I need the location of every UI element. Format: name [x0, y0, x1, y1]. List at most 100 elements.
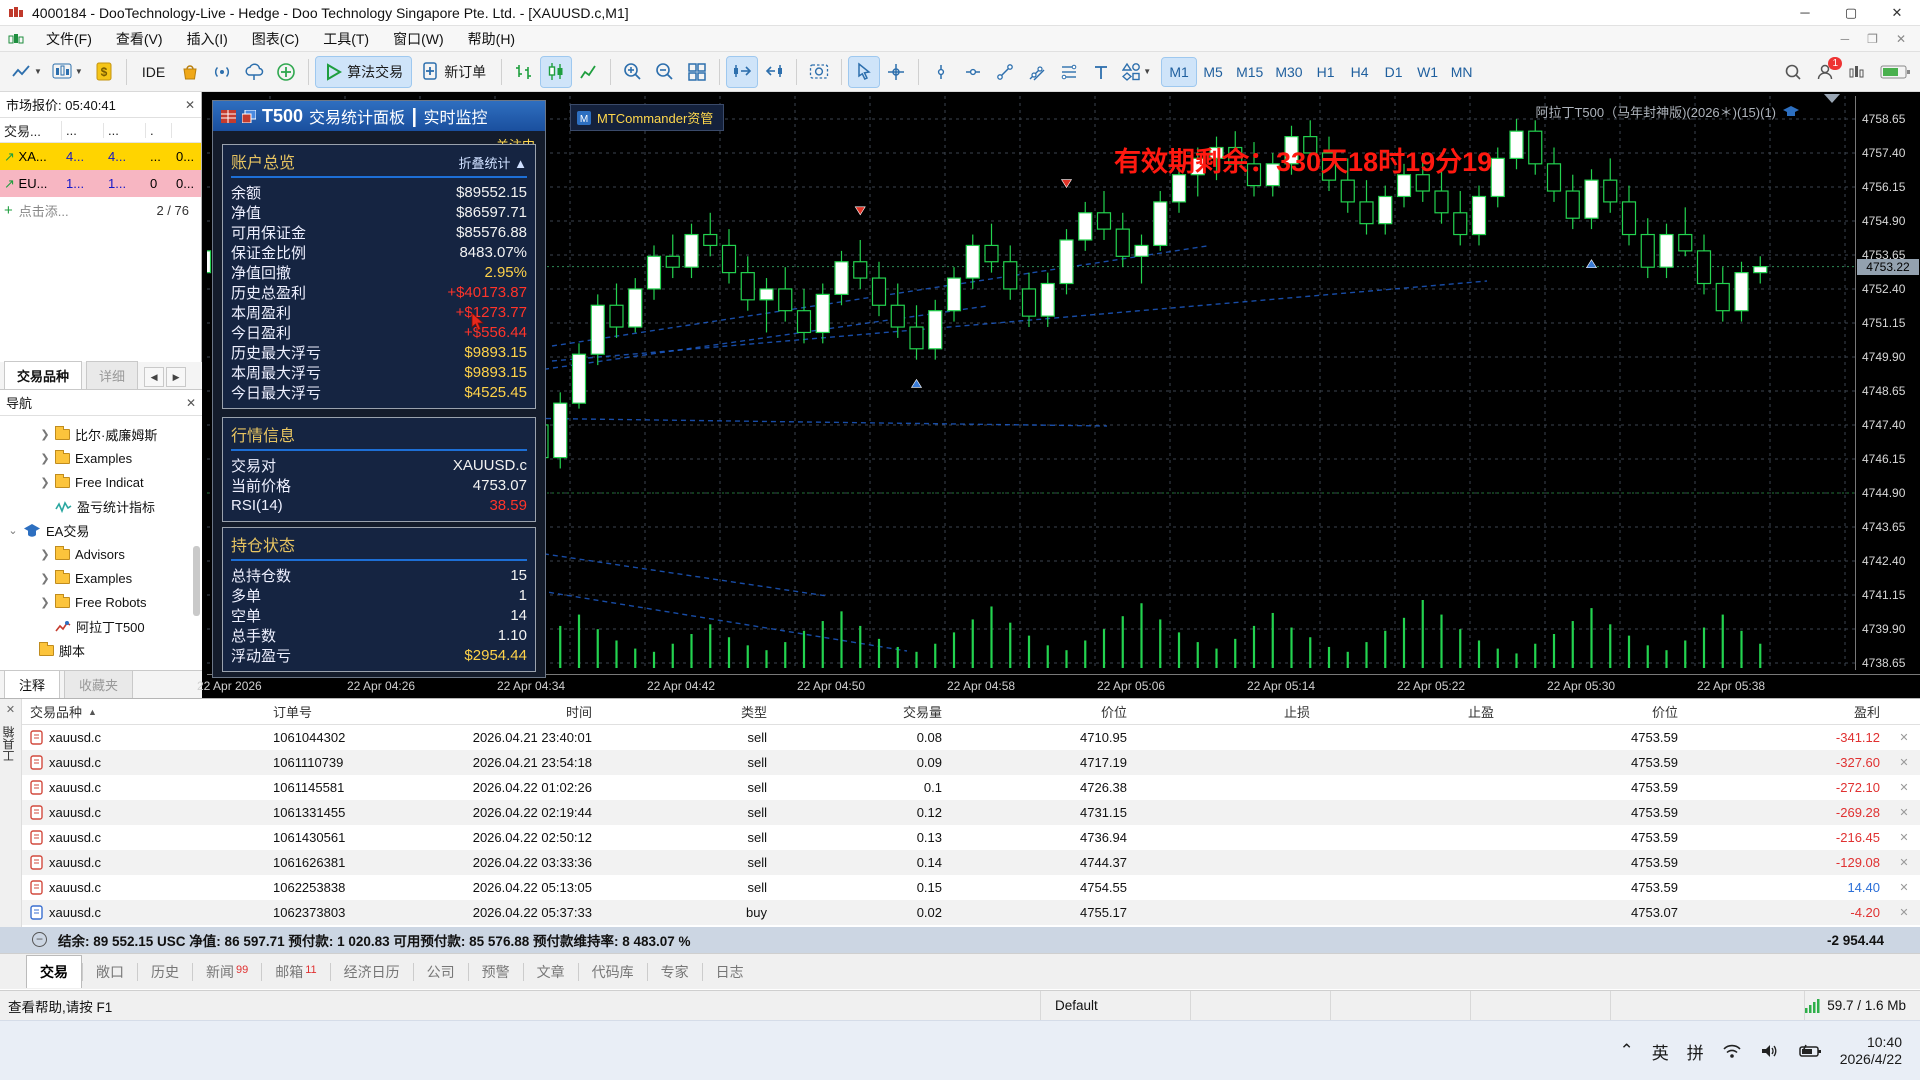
tree-chevron-icon[interactable]: ❯ — [40, 596, 50, 609]
add-symbol-icon[interactable]: + — [4, 202, 13, 219]
tree-chevron-icon[interactable]: ❯ — [40, 452, 50, 465]
tree-chevron-icon[interactable]: ❯ — [40, 572, 50, 585]
menu-item-6[interactable]: 窗口(W) — [381, 26, 456, 52]
close-order-icon[interactable]: ✕ — [1888, 756, 1920, 769]
timeframe-H4[interactable]: H4 — [1343, 58, 1377, 86]
t500-statistics-panel[interactable]: T500交易统计面板 ┃ 实时监控 关注中 账户总览折叠统计 ▲余额$89552… — [212, 100, 546, 678]
market-watch-tab-详细[interactable]: 详细 — [86, 361, 139, 389]
tile-windows-icon[interactable] — [682, 57, 712, 87]
order-row[interactable]: xauusd.c 1061110739 2026.04.21 23:54:18 sel… — [22, 750, 1920, 775]
toolbox-tab-新闻[interactable]: 新闻 99 — [193, 956, 261, 988]
market-watch-column-header[interactable]: 交易... — [0, 120, 62, 140]
col-tp[interactable]: 止盈 — [1318, 702, 1502, 721]
channel-icon[interactable] — [1022, 57, 1052, 87]
chart-shift-icon[interactable] — [759, 57, 789, 87]
shapes-icon[interactable]: ▼ — [1118, 57, 1155, 87]
timeframe-H1[interactable]: H1 — [1309, 58, 1343, 86]
screenshot-icon[interactable] — [804, 57, 834, 87]
close-order-icon[interactable]: ✕ — [1888, 731, 1920, 744]
navigator-item-Free Indicat[interactable]: ❯ Free Indicat — [0, 470, 202, 494]
market-watch-add-row[interactable]: + 点击添... 2 / 76 — [0, 197, 201, 223]
timeframe-D1[interactable]: D1 — [1377, 58, 1411, 86]
market-watch-column-header[interactable]: ... — [104, 122, 146, 138]
toolbox-tab-预警[interactable]: 预警 — [469, 956, 523, 988]
menu-item-1[interactable]: 文件(F) — [34, 26, 104, 52]
order-row[interactable]: xauusd.c 1061430561 2026.04.22 02:50:12 sel… — [22, 825, 1920, 850]
profile-dollar-icon[interactable]: $ — [89, 57, 119, 87]
text-icon[interactable] — [1086, 57, 1116, 87]
timeframe-M30[interactable]: M30 — [1269, 58, 1308, 86]
col-symbol[interactable]: 交易品种 ▲ — [22, 702, 265, 721]
navigator-close-icon[interactable]: ✕ — [186, 396, 196, 410]
market-bag-icon[interactable] — [175, 57, 205, 87]
mini-chart-icon[interactable] — [1848, 63, 1866, 81]
menu-item-7[interactable]: 帮助(H) — [456, 26, 527, 52]
minimize-button[interactable]: ─ — [1782, 0, 1828, 25]
hline-icon[interactable] — [958, 57, 988, 87]
tree-chevron-icon[interactable]: ❯ — [40, 476, 50, 489]
ide-button[interactable]: IDE — [134, 57, 173, 87]
menu-item-5[interactable]: 工具(T) — [311, 26, 381, 52]
toolbox-tab-敞口[interactable]: 敞口 — [83, 956, 137, 988]
new-chart-icon[interactable]: ▼ — [48, 57, 87, 87]
navigator-item-比尔·威廉姆斯[interactable]: ❯ 比尔·威廉姆斯 — [0, 422, 202, 446]
zoom-in-icon[interactable] — [618, 57, 648, 87]
language-indicator-1[interactable]: 英 — [1652, 1039, 1669, 1064]
child-minimize-icon[interactable]: ─ — [1841, 32, 1850, 46]
trendline-icon[interactable] — [990, 57, 1020, 87]
child-restore-icon[interactable]: ❐ — [1867, 32, 1878, 46]
timeframe-M15[interactable]: M15 — [1230, 58, 1269, 86]
toolbar-button-新订单[interactable]: 新订单 — [413, 57, 494, 87]
close-order-icon[interactable]: ✕ — [1888, 906, 1920, 919]
autoscroll-icon[interactable] — [726, 55, 759, 88]
summary-collapse-icon[interactable]: − — [32, 932, 47, 947]
vline-icon[interactable] — [926, 57, 956, 87]
toolbox-tab-代码库[interactable]: 代码库 — [579, 956, 647, 988]
order-row[interactable]: xauusd.c 1061331455 2026.04.22 02:19:44 sel… — [22, 800, 1920, 825]
volume-icon[interactable] — [1760, 1043, 1780, 1059]
col-type[interactable]: 类型 — [600, 702, 775, 721]
fibo-icon[interactable] — [1054, 57, 1084, 87]
tree-chevron-icon[interactable]: ❯ — [40, 548, 50, 561]
col-time[interactable]: 时间 — [430, 702, 600, 721]
navigator-item-Examples[interactable]: ❯ Examples — [0, 446, 202, 470]
toolbox-tab-公司[interactable]: 公司 — [414, 956, 468, 988]
battery-charging-icon[interactable] — [1798, 1043, 1822, 1059]
connection-status[interactable]: 59.7 / 1.6 Mb — [1804, 990, 1920, 1021]
tree-chevron-icon[interactable]: ⌄ — [8, 524, 18, 537]
notifications-icon[interactable]: 1 — [1816, 56, 1842, 81]
vps-cloud-icon[interactable] — [239, 57, 269, 87]
navigator-item-Advisors[interactable]: ❯ Advisors — [0, 542, 202, 566]
bar-chart-icon[interactable] — [509, 57, 539, 87]
market-watch-row[interactable]: ↗ EU... 1... 1... 0 0... — [0, 170, 201, 197]
toolbar-button-算法交易[interactable]: 算法交易 — [315, 55, 413, 88]
toolbox-close-icon[interactable]: ✕ — [0, 699, 21, 716]
line-chart-icon[interactable]: ▼ — [7, 57, 46, 87]
navigator-item-脚本[interactable]: 脚本 — [0, 638, 202, 662]
t500-panel-title[interactable]: T500 交易统计面板 ┃ 实时监控 — [213, 101, 545, 131]
order-row[interactable]: xauusd.c 1061044302 2026.04.21 23:40:01 sel… — [22, 725, 1920, 750]
navigator-item-Examples[interactable]: ❯ Examples — [0, 566, 202, 590]
clock[interactable]: 10:40 2026/4/22 — [1840, 1034, 1902, 1068]
toolbox-tab-文章[interactable]: 文章 — [524, 956, 578, 988]
toolbox-tab-交易[interactable]: 交易 — [26, 955, 82, 988]
close-order-icon[interactable]: ✕ — [1888, 831, 1920, 844]
navigator-item-EA交易[interactable]: ⌄ EA交易 — [0, 518, 202, 542]
navigator-scrollbar[interactable] — [193, 546, 200, 616]
tree-chevron-icon[interactable]: ❯ — [40, 428, 50, 441]
col-price-current[interactable]: 价位 — [1502, 702, 1686, 721]
tab-scroll-left-icon[interactable]: ◀ — [144, 367, 165, 387]
tab-scroll-right-icon[interactable]: ▶ — [166, 367, 187, 387]
search-icon[interactable] — [1784, 63, 1802, 81]
col-sl[interactable]: 止损 — [1135, 702, 1318, 721]
tray-chevron-icon[interactable]: ⌃ — [1619, 1041, 1633, 1061]
scroll-to-end-icon[interactable] — [1824, 94, 1840, 103]
chevron-down-icon[interactable]: ▼ — [1143, 67, 1151, 76]
close-button[interactable]: ✕ — [1874, 0, 1920, 25]
toolbox-tab-邮箱[interactable]: 邮箱 11 — [262, 956, 329, 988]
line-mode-icon[interactable] — [573, 57, 603, 87]
language-indicator-2[interactable]: 拼 — [1687, 1039, 1704, 1064]
crosshair-icon[interactable] — [881, 57, 911, 87]
profile-selector[interactable]: Default — [1040, 990, 1190, 1021]
timeframe-M5[interactable]: M5 — [1196, 58, 1230, 86]
